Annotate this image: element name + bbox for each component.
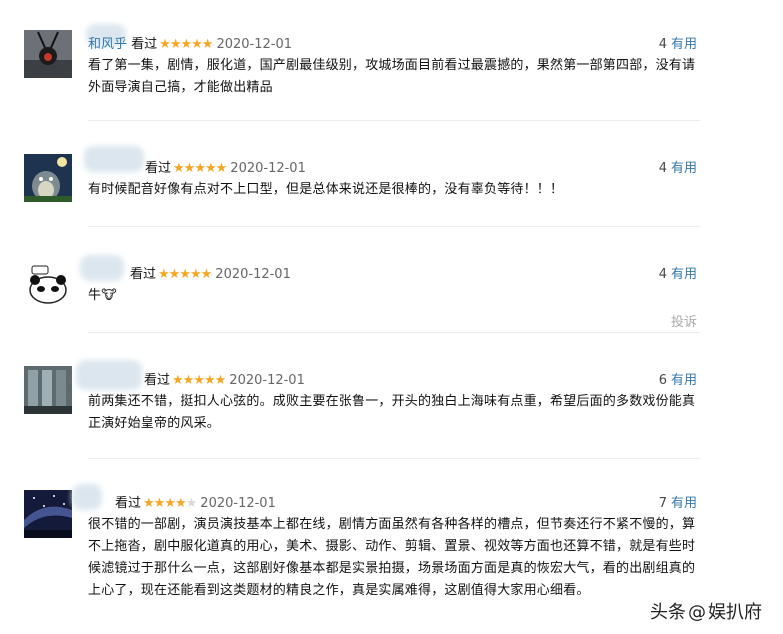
vote-count: 4 bbox=[658, 37, 667, 52]
comment-meta: 看过 ★★★★★ 2020-12-01 bbox=[115, 492, 276, 511]
username-blur bbox=[72, 484, 102, 510]
comment-text: 看了第一集，剧情，服化道，国产剧最佳级别，攻城场面目前看过最震撼的，果然第一部第… bbox=[88, 58, 696, 95]
vote-area: 4 有用 bbox=[659, 263, 697, 282]
divider bbox=[88, 332, 700, 333]
avatar[interactable] bbox=[24, 490, 72, 538]
vote-count: 4 bbox=[658, 161, 667, 176]
vote-count: 7 bbox=[658, 496, 667, 511]
vote-area: 6 有用 bbox=[659, 369, 697, 388]
divider bbox=[88, 120, 700, 121]
avatar[interactable] bbox=[24, 154, 72, 202]
comment-date: 2020-12-01 bbox=[229, 373, 305, 388]
rating-stars: ★★★★★ bbox=[158, 267, 212, 282]
rating-stars: ★★★★★ bbox=[173, 161, 227, 176]
username-blur bbox=[80, 255, 124, 281]
divider bbox=[88, 458, 700, 459]
username-blur bbox=[76, 360, 142, 390]
avatar-image bbox=[24, 30, 72, 78]
watch-status: 看过 bbox=[115, 496, 142, 511]
useful-button[interactable]: 有用 bbox=[671, 161, 697, 176]
useful-button[interactable]: 有用 bbox=[671, 373, 697, 388]
avatar[interactable] bbox=[24, 260, 72, 308]
watch-status: 看过 bbox=[131, 37, 158, 52]
watermark-platform: 头条 bbox=[650, 602, 686, 623]
comment-text: 前两集还不错，挺扣人心弦的。成败主要在张鲁一，开头的独白上海味有点重，希望后面的… bbox=[88, 394, 696, 431]
useful-button[interactable]: 有用 bbox=[671, 37, 697, 52]
avatar[interactable] bbox=[24, 366, 72, 414]
vote-area: 4 有用 bbox=[659, 33, 697, 52]
report-button[interactable]: 投诉 bbox=[671, 311, 697, 330]
comment-text: 很不错的一部剧，演员演技基本上都在线，剧情方面虽然有各种各样的槽点，但节奏还行不… bbox=[88, 517, 696, 598]
rating-stars: ★★★★★ bbox=[172, 373, 226, 388]
comment-meta: 和风乎 看过 ★★★★★ 2020-12-01 bbox=[88, 33, 292, 52]
useful-button[interactable]: 有用 bbox=[671, 496, 697, 511]
comment-text: 牛🐮 bbox=[88, 288, 117, 303]
divider bbox=[88, 226, 700, 227]
avatar-image bbox=[24, 260, 72, 308]
watch-status: 看过 bbox=[144, 373, 171, 388]
comment-date: 2020-12-01 bbox=[200, 496, 276, 511]
watermark-account: 娱扒府 bbox=[708, 602, 762, 623]
avatar-image bbox=[24, 366, 72, 414]
comment-meta: 看过 ★★★★★ 2020-12-01 bbox=[145, 157, 306, 176]
vote-area: 4 有用 bbox=[659, 157, 697, 176]
avatar-image bbox=[24, 154, 72, 202]
comment-meta: 看过 ★★★★★ 2020-12-01 bbox=[144, 369, 305, 388]
comment-date: 2020-12-01 bbox=[230, 161, 306, 176]
watch-status: 看过 bbox=[130, 267, 157, 282]
watermark: 头条 @ 娱扒府 bbox=[649, 598, 763, 624]
comment-meta: 看过 ★★★★★ 2020-12-01 bbox=[130, 263, 291, 282]
avatar[interactable] bbox=[24, 30, 72, 78]
username-blur bbox=[84, 146, 144, 172]
comment-date: 2020-12-01 bbox=[215, 267, 291, 282]
vote-count: 6 bbox=[658, 373, 667, 388]
comment-text: 有时候配音好像有点对不上口型，但是总体来说还是很棒的，没有辜负等待！！！ bbox=[88, 182, 564, 197]
vote-area: 7 有用 bbox=[659, 492, 697, 511]
comment-date: 2020-12-01 bbox=[216, 37, 293, 52]
vote-count: 4 bbox=[658, 267, 667, 282]
watermark-at: @ bbox=[688, 602, 706, 623]
watch-status: 看过 bbox=[145, 161, 172, 176]
rating-stars: ★★★★★ bbox=[143, 496, 197, 511]
username[interactable]: 和风乎 bbox=[88, 37, 127, 52]
rating-stars: ★★★★★ bbox=[159, 37, 213, 52]
avatar-image bbox=[24, 490, 72, 538]
useful-button[interactable]: 有用 bbox=[671, 267, 697, 282]
